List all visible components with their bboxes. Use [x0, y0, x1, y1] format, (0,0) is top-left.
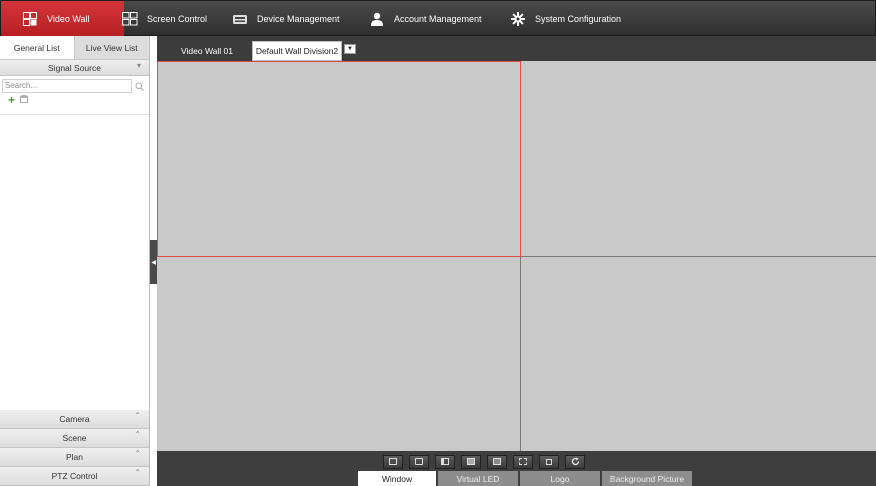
tab-background-picture[interactable]: Background Picture [602, 471, 692, 486]
split-icon[interactable] [513, 454, 533, 469]
refresh-icon[interactable] [565, 454, 585, 469]
selected-window[interactable] [157, 61, 521, 257]
tool-strip [383, 453, 653, 470]
signal-source-label: Signal Source [48, 62, 101, 73]
nav-label: Video Wall [47, 13, 90, 24]
chevron-up-icon: ⌃ [134, 430, 141, 439]
search-row: Search... [2, 78, 147, 94]
collapse-panel-handle[interactable]: ◀ [150, 240, 157, 284]
section-label: Scene [62, 433, 87, 443]
add-icon[interactable]: + [8, 94, 15, 106]
account-management-icon [368, 11, 386, 27]
section-camera[interactable]: Camera ⌃ [0, 410, 149, 429]
section-label: Camera [59, 414, 90, 424]
tab-default-wall-division2[interactable]: Default Wall Division2 [252, 41, 342, 61]
section-scene[interactable]: Scene ⌃ [0, 429, 149, 448]
wall-tab-bar: Video Wall 01 Default Wall Division2 ▼ [157, 36, 876, 61]
nav-device-management[interactable]: Device Management [231, 1, 340, 36]
nav-label: System Configuration [535, 13, 622, 24]
wall-dropdown-icon[interactable]: ▼ [344, 44, 356, 54]
nav-video-wall[interactable]: Video Wall [1, 1, 124, 36]
search-icon[interactable] [132, 79, 146, 93]
signal-source-header[interactable]: Signal Source ▾ [0, 60, 149, 76]
screen-control-icon [121, 11, 139, 27]
picture-icon[interactable] [461, 454, 481, 469]
section-label: Plan [65, 452, 83, 462]
tab-virtual-led[interactable]: Virtual LED [438, 471, 518, 486]
collapsed-sections: Camera ⌃ Scene ⌃ Plan ⌃ PTZ Control ⌃ [0, 410, 149, 486]
chevron-down-icon: ▾ [136, 61, 141, 70]
tab-general-list[interactable]: General List [0, 36, 75, 59]
tab-window[interactable]: Window [358, 471, 436, 486]
nav-label: Account Management [394, 13, 482, 24]
bottom-toolbar: Window Virtual LED Logo Background Pictu… [157, 451, 876, 486]
device-management-icon [231, 11, 249, 27]
video-wall-canvas[interactable] [157, 61, 876, 451]
signal-source-list[interactable] [0, 114, 149, 444]
chevron-left-icon: ◀ [151, 259, 156, 266]
tab-live-view-list[interactable]: Live View List [74, 36, 149, 59]
nav-label: Screen Control [147, 13, 208, 24]
video-wall-icon [21, 11, 39, 27]
nav-screen-control[interactable]: Screen Control [121, 1, 207, 36]
source-actions: + [8, 94, 149, 106]
window-icon[interactable] [383, 454, 403, 469]
chevron-up-icon: ⌃ [134, 411, 141, 420]
nav-system-configuration[interactable]: System Configuration [509, 1, 621, 36]
search-input[interactable]: Search... [2, 79, 132, 93]
section-plan[interactable]: Plan ⌃ [0, 448, 149, 467]
section-ptz-control[interactable]: PTZ Control ⌃ [0, 467, 149, 486]
left-panel: General List Live View List Signal Sourc… [0, 36, 150, 486]
left-tabs: General List Live View List [0, 36, 149, 60]
tab-logo[interactable]: Logo [520, 471, 600, 486]
virtual-led-icon[interactable] [409, 454, 429, 469]
tab-video-wall-01[interactable]: Video Wall 01 [171, 41, 243, 61]
copy-icon[interactable] [435, 454, 455, 469]
group-icon[interactable] [20, 95, 29, 105]
chevron-up-icon: ⌃ [134, 468, 141, 477]
screen-icon[interactable] [487, 454, 507, 469]
chevron-up-icon: ⌃ [134, 449, 141, 458]
system-configuration-icon [509, 11, 527, 27]
top-navigation: Video Wall Screen Control Device Managem… [0, 0, 876, 36]
nav-label: Device Management [257, 13, 340, 24]
section-label: PTZ Control [51, 471, 98, 481]
fullscreen-icon[interactable] [539, 454, 559, 469]
nav-account-management[interactable]: Account Management [368, 1, 482, 36]
